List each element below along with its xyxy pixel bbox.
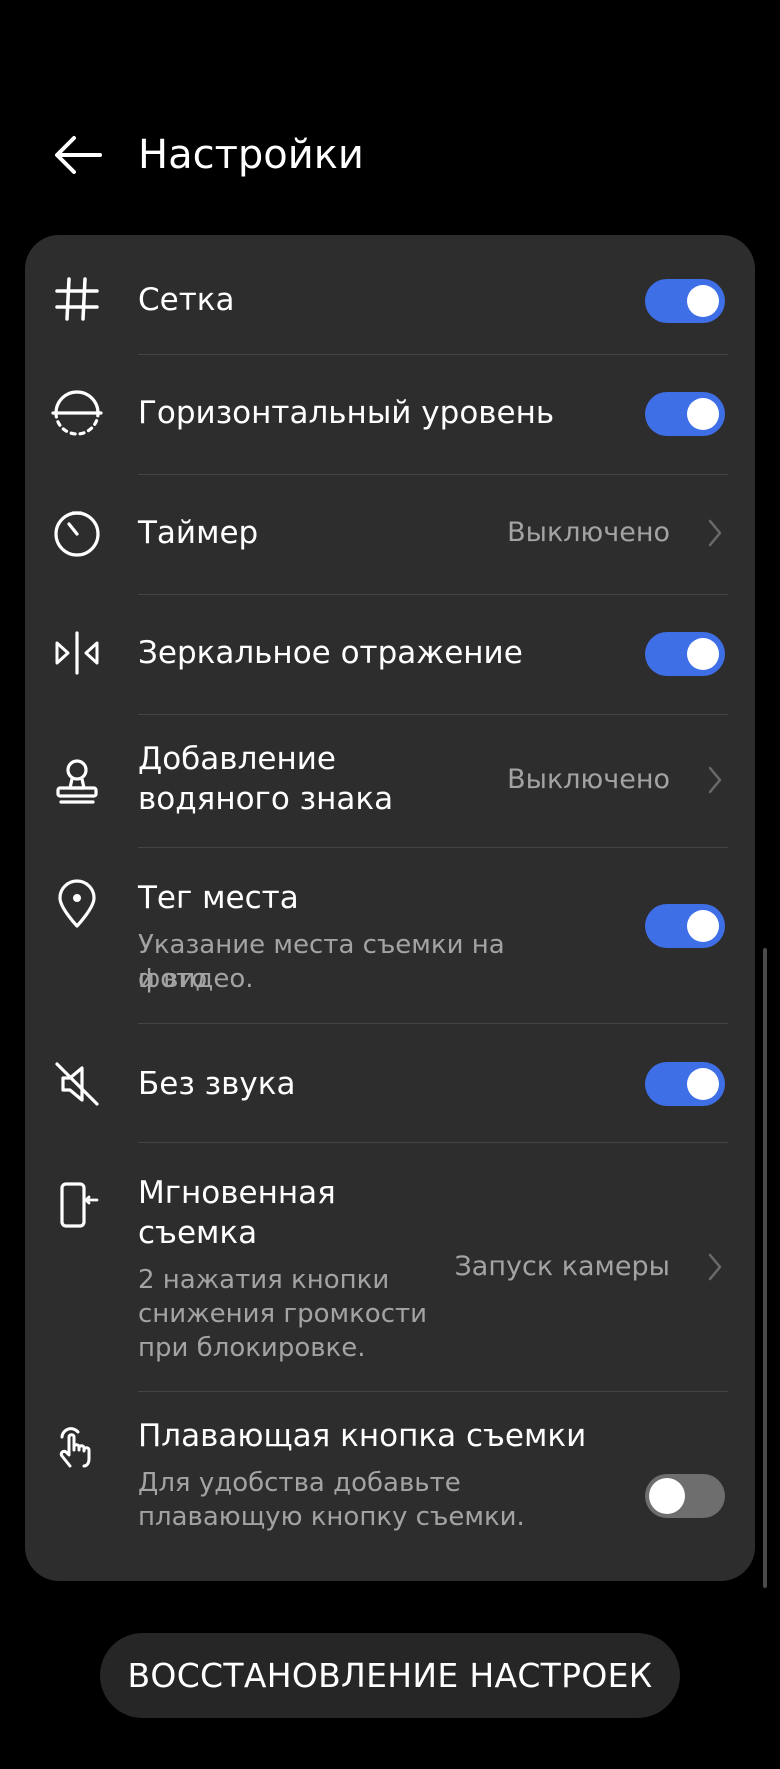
quick-snapshot-description-line2: снижения громкости	[138, 1299, 428, 1329]
setting-mirror-label: Зеркальное отражение	[138, 635, 523, 671]
timer-icon	[51, 507, 103, 559]
location-tag-description-line2: и видео.	[138, 964, 254, 994]
toggle-knob	[687, 285, 719, 317]
setting-quick-snapshot-label-line2: съемка	[138, 1215, 258, 1251]
toggle-knob	[687, 1068, 719, 1100]
setting-watermark-label-line1: Добавление	[138, 741, 336, 777]
setting-mute-label: Без звука	[138, 1066, 296, 1102]
quick-snapshot-description-line3: при блокировке.	[138, 1333, 366, 1363]
mute-icon	[51, 1058, 103, 1110]
toggle-knob	[687, 398, 719, 430]
setting-floating-shutter[interactable]: Плавающая кнопка съемки Для удобства доб…	[25, 1392, 755, 1572]
setting-floating-shutter-label: Плавающая кнопка съемки	[138, 1418, 587, 1454]
location-tag-toggle[interactable]	[645, 904, 725, 948]
toggle-knob	[687, 910, 719, 942]
setting-timer-label: Таймер	[138, 515, 259, 551]
restore-settings-button[interactable]: ВОССТАНОВЛЕНИЕ НАСТРОЕК	[100, 1633, 680, 1718]
grid-toggle[interactable]	[645, 279, 725, 323]
setting-mirror[interactable]: Зеркальное отражение	[25, 595, 755, 713]
back-button[interactable]	[48, 130, 108, 180]
grid-icon	[51, 273, 103, 325]
floating-shutter-toggle[interactable]	[645, 1474, 725, 1518]
watermark-value: Выключено	[507, 764, 670, 795]
quick-snapshot-value: Запуск камеры	[454, 1251, 670, 1282]
quick-snapshot-description-line1: 2 нажатия кнопки	[138, 1265, 390, 1295]
header: Настройки	[0, 110, 780, 200]
setting-watermark[interactable]: Добавление водяного знака Выключено	[25, 715, 755, 847]
touch-hand-icon	[51, 1420, 103, 1472]
mirror-toggle[interactable]	[645, 632, 725, 676]
stamp-icon	[51, 755, 103, 807]
setting-location-tag[interactable]: Тег места Указание места съемки на фото …	[25, 848, 755, 1023]
setting-mute[interactable]: Без звука	[25, 1024, 755, 1142]
chevron-right-icon	[705, 763, 725, 797]
chevron-right-icon	[705, 516, 725, 550]
chevron-right-icon	[705, 1250, 725, 1284]
scrollbar[interactable]	[763, 948, 767, 1588]
horizon-level-icon	[51, 387, 103, 439]
settings-card: Сетка Горизонтальный уровень Таймер Выкл…	[25, 235, 755, 1581]
horizontal-level-toggle[interactable]	[645, 392, 725, 436]
mirror-icon	[51, 627, 103, 679]
setting-grid-label: Сетка	[138, 282, 235, 318]
toggle-knob	[649, 1478, 685, 1514]
setting-horizontal-level-label: Горизонтальный уровень	[138, 395, 555, 431]
arrow-left-icon	[55, 136, 102, 174]
location-pin-icon	[51, 878, 103, 930]
setting-timer[interactable]: Таймер Выключено	[25, 475, 755, 593]
toggle-knob	[687, 638, 719, 670]
setting-horizontal-level[interactable]: Горизонтальный уровень	[25, 355, 755, 473]
phone-side-button-icon	[51, 1179, 103, 1231]
setting-quick-snapshot-label-line1: Мгновенная	[138, 1175, 336, 1211]
setting-grid[interactable]: Сетка	[25, 235, 755, 353]
page-title: Настройки	[138, 132, 364, 178]
floating-shutter-description-line2: плавающую кнопку съемки.	[138, 1502, 525, 1532]
setting-quick-snapshot[interactable]: Мгновенная съемка 2 нажатия кнопки сниже…	[25, 1143, 755, 1391]
setting-watermark-label-line2: водяного знака	[138, 781, 394, 817]
mute-toggle[interactable]	[645, 1062, 725, 1106]
floating-shutter-description-line1: Для удобства добавьте	[138, 1468, 461, 1498]
timer-value: Выключено	[507, 517, 670, 548]
setting-location-tag-label: Тег места	[138, 880, 299, 916]
